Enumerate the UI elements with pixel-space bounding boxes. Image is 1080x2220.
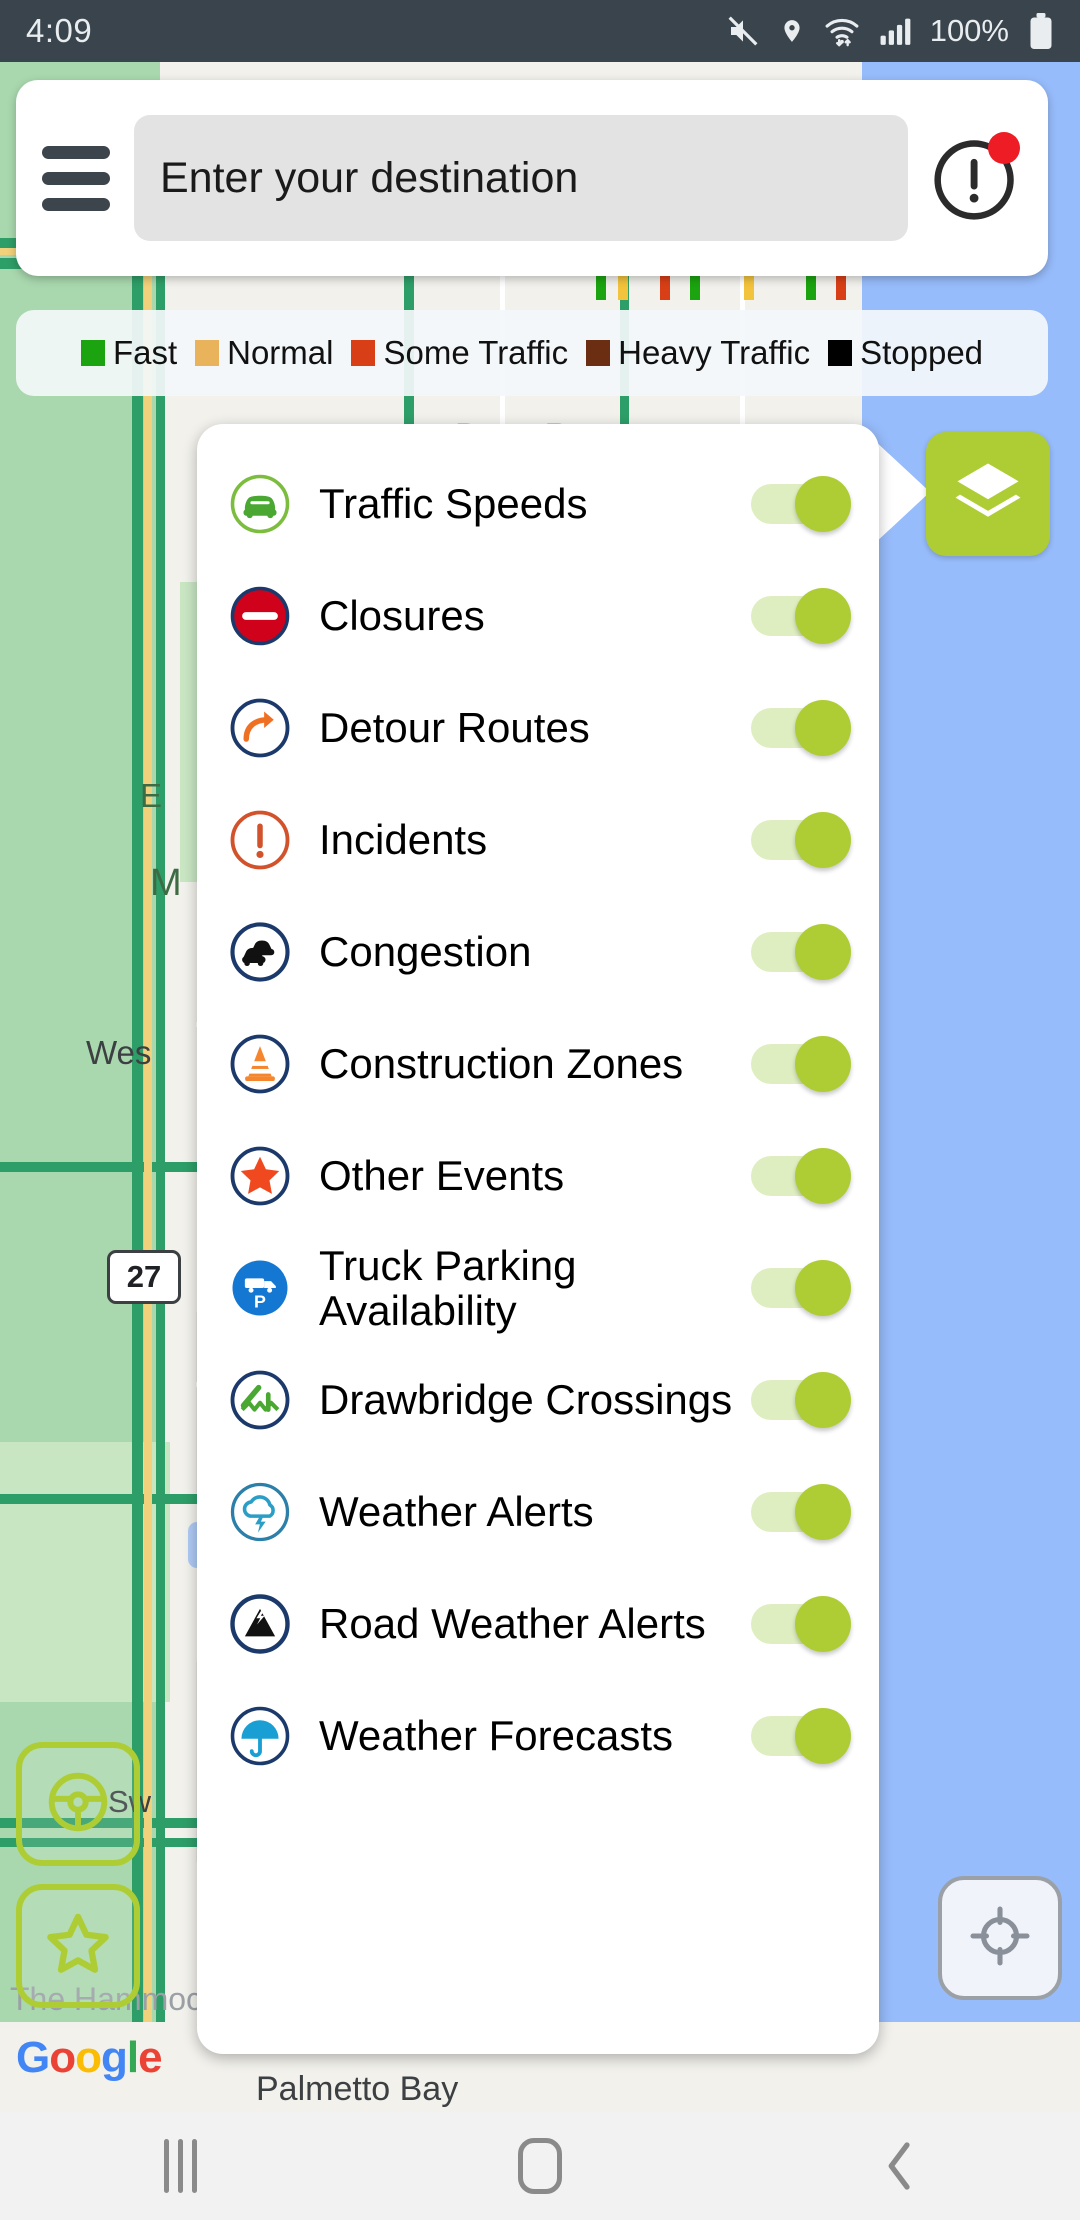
legend-item: Heavy Traffic — [586, 334, 810, 372]
layer-label: Other Events — [319, 1152, 565, 1200]
layer-label: Truck Parking Availability — [319, 1241, 577, 1334]
layer-row-detour-routes[interactable]: Detour Routes — [197, 672, 879, 784]
star-icon — [225, 1141, 295, 1211]
layer-label: Drawbridge Crossings — [319, 1376, 733, 1424]
google-attribution-logo: Google — [16, 2033, 163, 2082]
hamburger-menu-icon[interactable] — [42, 145, 110, 211]
cars-queue-icon — [225, 917, 295, 987]
car-icon — [225, 469, 295, 539]
search-card — [16, 80, 1048, 276]
map-label-m: M — [150, 862, 182, 904]
layer-label: Detour Routes — [319, 704, 590, 752]
traffic-legend: Fast Normal Some Traffic Heavy Traffic S… — [16, 310, 1048, 396]
cloud-lightning-icon — [225, 1477, 295, 1547]
layer-toggle-weather-alerts[interactable] — [751, 1484, 851, 1540]
layer-row-construction-zones[interactable]: Construction Zones — [197, 1008, 879, 1120]
layer-toggle-incidents[interactable] — [751, 812, 851, 868]
layer-label: Closures — [319, 592, 485, 640]
layer-toggle-drawbridge-crossings[interactable] — [751, 1372, 851, 1428]
traffic-cone-icon — [225, 1029, 295, 1099]
layer-row-drawbridge-crossings[interactable]: Drawbridge Crossings — [197, 1344, 879, 1456]
layer-label: Weather Alerts — [319, 1488, 594, 1536]
legend-swatch-stopped — [828, 340, 853, 366]
layer-row-other-events[interactable]: Other Events — [197, 1120, 879, 1232]
location-pin-icon — [779, 14, 805, 48]
layer-row-weather-forecasts[interactable]: Weather Forecasts — [197, 1680, 879, 1792]
legend-label: Normal — [227, 334, 334, 371]
locate-me-button[interactable] — [938, 1876, 1062, 2000]
layer-row-weather-alerts[interactable]: Weather Alerts — [197, 1456, 879, 1568]
layer-toggle-construction-zones[interactable] — [751, 1036, 851, 1092]
legend-item: Normal — [195, 334, 333, 372]
legend-label: Fast — [112, 334, 178, 371]
umbrella-icon — [225, 1701, 295, 1771]
recents-icon[interactable] — [0, 2139, 360, 2193]
map-route-shield-27: 27 — [107, 1250, 181, 1304]
layer-label: Traffic Speeds — [319, 480, 588, 528]
layer-toggle-road-weather-alerts[interactable] — [751, 1596, 851, 1652]
wifi-icon — [822, 14, 862, 48]
mute-icon — [724, 15, 762, 47]
layer-label: Construction Zones — [319, 1040, 684, 1088]
star-outline-icon — [36, 1902, 120, 1991]
layers-stack-icon[interactable] — [926, 432, 1050, 556]
legend-item: Stopped — [828, 334, 983, 372]
detour-arrow-icon — [225, 693, 295, 763]
layer-row-congestion[interactable]: Congestion — [197, 896, 879, 1008]
legend-item: Fast — [80, 334, 178, 372]
layer-row-incidents[interactable]: Incidents — [197, 784, 879, 896]
android-navigation-bar — [0, 2112, 1080, 2220]
layer-row-truck-parking-availability[interactable]: P Truck Parking Availability — [197, 1232, 879, 1344]
layer-row-road-weather-alerts[interactable]: Road Weather Alerts — [197, 1568, 879, 1680]
alert-exclamation-icon[interactable] — [930, 132, 1022, 224]
status-bar: 4:09 100% — [0, 0, 1080, 62]
mountain-snow-icon — [225, 1589, 295, 1659]
panel-pointer-arrow — [874, 440, 930, 544]
svg-text:P: P — [254, 1291, 266, 1311]
layer-toggle-truck-parking-availability[interactable] — [751, 1260, 851, 1316]
layer-label: Road Weather Alerts — [319, 1600, 706, 1648]
warning-icon — [225, 805, 295, 875]
back-icon[interactable] — [720, 2138, 1080, 2194]
legend-swatch-heavy-traffic — [586, 340, 611, 366]
legend-label: Some Traffic — [383, 334, 569, 371]
home-icon[interactable] — [360, 2138, 720, 2194]
layer-toggle-congestion[interactable] — [751, 924, 851, 980]
map-label-west: Wes — [86, 1034, 152, 1071]
favorites-button[interactable] — [16, 1884, 140, 2008]
battery-percentage-label: 100% — [929, 13, 1009, 48]
legend-label: Stopped — [860, 334, 984, 371]
layer-toggle-detour-routes[interactable] — [751, 700, 851, 756]
map-label-palmetto-bay: Palmetto Bay — [256, 2070, 459, 2108]
layer-toggle-closures[interactable] — [751, 588, 851, 644]
layer-toggle-other-events[interactable] — [751, 1148, 851, 1204]
truck-parking-icon: P — [225, 1253, 295, 1323]
crosshair-icon — [964, 1900, 1036, 1977]
destination-search-input[interactable] — [134, 115, 908, 241]
legend-swatch-fast — [80, 340, 105, 366]
layer-row-traffic-speeds[interactable]: Traffic Speeds — [197, 448, 879, 560]
layer-label: Weather Forecasts — [319, 1712, 674, 1760]
battery-icon — [1028, 13, 1054, 49]
alert-badge — [988, 132, 1020, 164]
legend-swatch-some-traffic — [351, 340, 376, 366]
status-bar-clock: 4:09 — [26, 12, 93, 49]
signal-bars-icon — [879, 15, 913, 47]
legend-label: Heavy Traffic — [618, 334, 811, 371]
map-label-e: E — [140, 777, 163, 814]
layers-panel: Traffic Speeds Closures Detour Routes In… — [197, 424, 879, 2054]
status-bar-icons: 100% — [724, 13, 1054, 49]
layer-label: Incidents — [319, 816, 488, 864]
layer-label: Congestion — [319, 928, 532, 976]
drawbridge-icon — [225, 1365, 295, 1435]
legend-swatch-normal — [195, 340, 220, 366]
drive-mode-button[interactable] — [16, 1742, 140, 1866]
steering-wheel-icon — [36, 1760, 120, 1849]
legend-item: Some Traffic — [351, 334, 568, 372]
layer-row-closures[interactable]: Closures — [197, 560, 879, 672]
no-entry-icon — [225, 581, 295, 651]
layer-toggle-traffic-speeds[interactable] — [751, 476, 851, 532]
layer-toggle-weather-forecasts[interactable] — [751, 1708, 851, 1764]
